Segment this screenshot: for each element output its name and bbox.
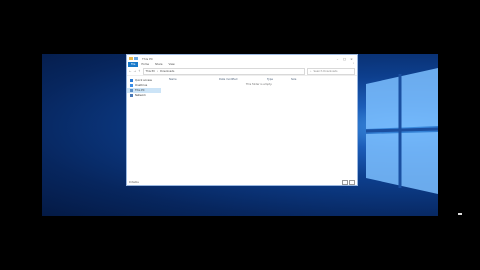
quick-access-toolbar-icon[interactable] — [134, 57, 138, 60]
search-icon: ⌕ — [310, 69, 312, 73]
breadcrumb-separator-icon: › — [157, 69, 159, 73]
minimize-icon: – — [336, 56, 339, 61]
breadcrumb-this-pc[interactable]: This PC — [146, 70, 156, 73]
window-title: This PC — [142, 56, 153, 61]
breadcrumb-downloads[interactable]: Downloads — [160, 70, 174, 73]
navigation-pane: Quick access OneDrive This PC Network — [127, 76, 161, 180]
file-explorer-window[interactable]: This PC – □ × File Home Share View ˅ ← →… — [126, 54, 358, 186]
sidebar-item-label: Network — [135, 94, 146, 97]
tab-home[interactable]: Home — [138, 63, 152, 66]
tab-file[interactable]: File — [128, 62, 139, 67]
column-header-name[interactable]: Name — [169, 78, 177, 81]
column-headers: Name Date modified Type Size — [165, 76, 353, 82]
address-bar[interactable]: This PC › Downloads — [142, 67, 305, 75]
sidebar-item-label: This PC — [135, 89, 145, 92]
tab-share[interactable]: Share — [152, 63, 166, 66]
empty-folder-message: This folder is empty. — [245, 83, 273, 86]
cursor-icon — [458, 213, 462, 215]
search-placeholder: Search Downloads — [313, 69, 338, 73]
search-input[interactable]: ⌕ Search Downloads — [307, 67, 355, 75]
up-arrow-icon[interactable]: ↑ — [138, 69, 141, 73]
file-list[interactable]: Name Date modified Type Size This folder… — [161, 76, 357, 180]
folder-icon — [129, 57, 133, 60]
sidebar-item-network[interactable]: Network — [127, 93, 161, 98]
sidebar-item-label: Quick access — [135, 79, 152, 82]
maximize-button[interactable]: □ — [341, 55, 348, 62]
computer-icon — [130, 89, 133, 92]
windows-logo-icon — [365, 68, 438, 194]
minimize-button[interactable]: – — [334, 55, 341, 62]
tab-view[interactable]: View — [166, 63, 178, 66]
status-bar: 0 items — [127, 180, 357, 185]
forward-arrow-icon[interactable]: → — [134, 69, 137, 73]
item-count: 0 items — [129, 181, 139, 184]
column-header-size[interactable]: Size — [291, 78, 296, 81]
star-icon — [130, 79, 133, 82]
column-header-date-modified[interactable]: Date modified — [219, 78, 237, 81]
ribbon-expand-button[interactable]: ˅ — [350, 63, 357, 66]
close-button[interactable]: × — [348, 55, 355, 62]
maximize-icon: □ — [343, 56, 346, 61]
back-arrow-icon[interactable]: ← — [129, 69, 132, 73]
large-icons-view-button[interactable] — [349, 180, 355, 185]
network-icon — [130, 94, 133, 97]
close-icon: × — [350, 56, 353, 61]
explorer-body: Quick access OneDrive This PC Network Na… — [127, 76, 357, 180]
cloud-icon — [130, 84, 133, 87]
sidebar-item-label: OneDrive — [135, 84, 148, 87]
column-header-type[interactable]: Type — [267, 78, 273, 81]
details-view-button[interactable] — [342, 180, 348, 185]
chevron-down-icon: ˅ — [352, 63, 354, 66]
title-bar[interactable]: This PC – □ × — [127, 55, 357, 62]
address-row: ← → ↑ This PC › Downloads ⌕ Search Downl… — [127, 67, 357, 76]
